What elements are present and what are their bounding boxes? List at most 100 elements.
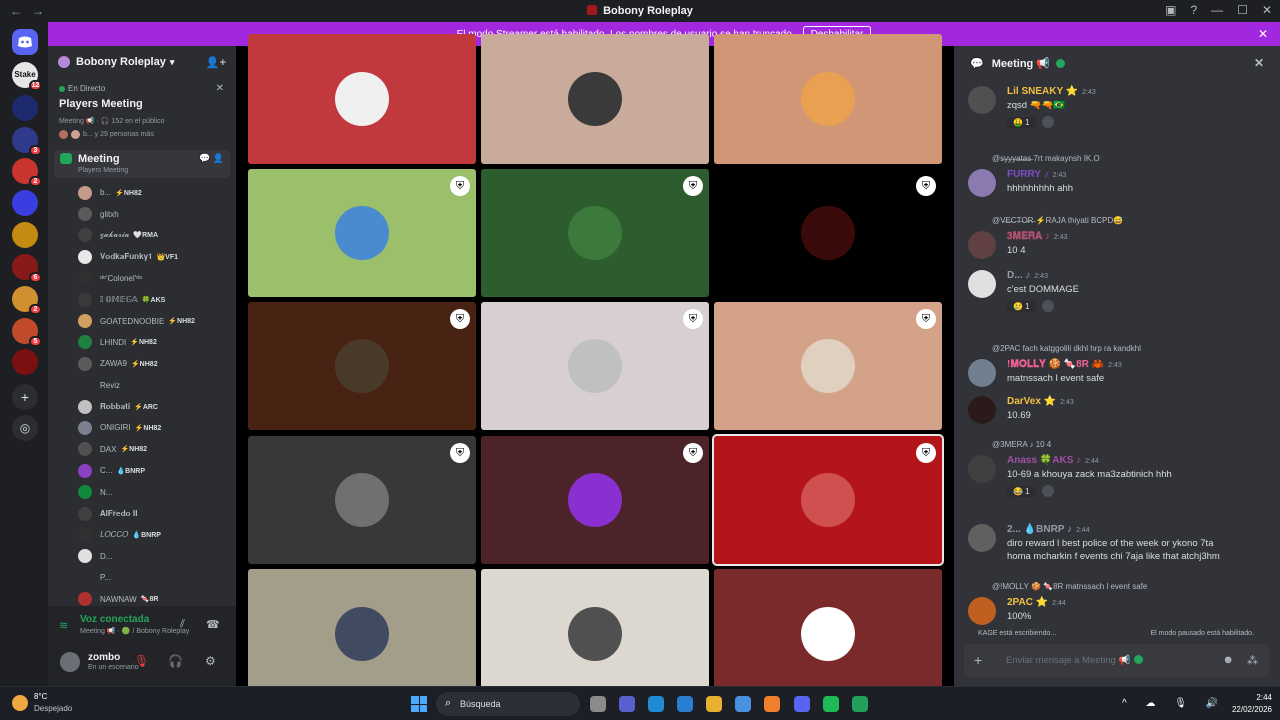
server-icon[interactable]: 2 [12,286,42,315]
help-icon[interactable]: ? [1190,3,1197,17]
avatar[interactable] [968,231,996,259]
participant-tile[interactable]: ⛨ [481,302,709,430]
voice-member[interactable]: N... [78,481,228,502]
add-reaction-icon[interactable] [1041,116,1054,128]
close-icon[interactable]: ✕ [1258,27,1268,41]
disconnect-icon[interactable]: ☎ [206,618,220,631]
voice-member[interactable]: D... [78,546,228,567]
add-server-icon[interactable]: + [12,384,38,410]
reply-preview[interactable]: @2PAC fach katggolili dkhl hrp ra kandkh… [992,344,1141,353]
participant-tile[interactable]: ⛨ [481,169,709,297]
taskbar-app-icon[interactable] [619,696,635,712]
avatar[interactable] [968,455,996,483]
voice-member[interactable]: Reviz [78,375,228,396]
message-author[interactable]: 2... 💧BNRP ♪ 2:44 [1007,524,1090,535]
message-input[interactable]: Enviar mensaje a Meeting 📢 [1006,655,1144,666]
server-icon[interactable] [12,222,38,248]
server-icon[interactable]: 5 [12,318,42,347]
avatar[interactable] [968,169,996,197]
voice-member[interactable]: ᵈᵉ'Colonel'ᵈᵉ [78,268,228,289]
system-tray[interactable]: ^ ☁ 🎙 🔊 [1122,698,1226,709]
server-icon[interactable] [12,95,38,121]
avatar[interactable] [968,396,996,424]
clock[interactable]: 2:44 22/02/2026 [1232,692,1272,716]
participant-tile[interactable] [714,569,942,699]
apps-icon[interactable]: ⁂ [1247,654,1258,667]
headphones-icon[interactable]: 🎧 [168,654,183,668]
participant-tile[interactable]: ⛨ [248,436,476,564]
voice-member[interactable]: 𝐑𝐨𝐛𝐛𝐚𝐭𝐢 ⚡ARC [78,396,228,417]
add-reaction-icon[interactable] [1041,485,1054,497]
taskbar-search[interactable]: ⌕ Búsqueda [436,692,580,716]
avatar[interactable] [968,597,996,625]
participant-tile[interactable] [481,34,709,164]
message-author[interactable]: 2PAC ⭐ 2:44 [1007,597,1066,608]
taskbar-app-icon[interactable] [735,696,751,712]
minimize-button[interactable]: — [1211,3,1223,17]
server-icon[interactable] [12,349,38,375]
voice-member[interactable]: DAX ⚡NH82 [78,439,228,460]
message-author[interactable]: Anass 🍀AKS ♪ 2:44 [1007,455,1099,466]
message-author[interactable]: FURRY ♪ 2:43 [1007,169,1066,180]
avatar[interactable] [968,359,996,387]
add-reaction-icon[interactable] [1041,300,1054,312]
stage-card[interactable]: En Directo ✕ Players Meeting Meeting 📢 ·… [48,78,236,139]
avatar[interactable] [968,524,996,552]
voice-member[interactable]: 𝐀𝐥𝐅𝐫𝐞𝐝𝐨 𝐈𝐈 [78,503,228,524]
attach-plus-icon[interactable]: + [974,652,982,668]
taskbar-app-icon[interactable] [706,696,722,712]
reply-preview[interactable]: @s̶y̶y̶y̶a̶t̶a̶s̶ 7rt makaynsh IK.O [992,154,1100,163]
taskbar-app-icon[interactable] [590,696,606,712]
voice-member[interactable]: 𝕀 𝕆𝕄𝔼𝔾𝔸 🍀AKS [78,289,228,310]
taskbar-app-icon[interactable] [852,696,868,712]
participant-tile[interactable] [481,569,709,699]
taskbar-app-icon[interactable] [648,696,664,712]
discover-icon[interactable]: ◎ [12,415,38,441]
taskbar-app-icon[interactable] [677,696,693,712]
server-icon[interactable] [12,190,38,216]
avatar[interactable] [968,86,996,114]
settings-icon[interactable]: ⚙ [205,654,216,668]
server-icon[interactable]: Stake 12 [12,62,42,91]
noise-suppression-icon[interactable]: ⫽ [180,618,185,631]
participant-tile[interactable]: ⛨ [712,434,944,566]
message-author[interactable]: DarVex ⭐ 2:43 [1007,396,1074,407]
participant-tile[interactable]: ⛨ [714,302,942,430]
participant-tile[interactable]: ⛨ [248,169,476,297]
participant-tile[interactable] [248,569,476,699]
voice-member[interactable]: 𝐿𝑂𝐶𝐶𝑂 💧BNRP [78,524,228,545]
close-window-button[interactable]: ✕ [1262,3,1272,17]
discord-home-icon[interactable] [12,29,38,55]
participant-tile[interactable]: ⛨ [481,436,709,564]
taskbar-app-icon[interactable] [794,696,810,712]
message-composer[interactable]: + Enviar mensaje a Meeting 📢 ☻ ⁂ [964,644,1270,678]
reply-preview[interactable]: @3MERA ♪ 10 4 [992,440,1051,449]
server-header[interactable]: Bobony Roleplay ▾ 👤+ [48,46,236,78]
reply-preview[interactable]: @V̶E̶C̶T̶O̶R̶ ⚡RAJA thiyati BCPD😅 [992,216,1123,225]
participant-tile[interactable]: ⛨ [248,302,476,430]
server-icon[interactable]: 3 [12,127,42,156]
emoji-icon[interactable]: ☻ [1222,654,1234,666]
voice-member[interactable]: LHINDI ⚡NH82 [78,332,228,353]
voice-member[interactable]: C... 💧BNRP [78,460,228,481]
start-button[interactable] [411,696,427,712]
taskbar-app-icon[interactable] [823,696,839,712]
voice-member[interactable]: GOATEDNOOBIE ⚡NH82 [78,310,228,331]
close-icon[interactable]: ✕ [216,83,224,94]
avatar[interactable] [968,270,996,298]
reaction-button[interactable]: 😂 1 [1007,485,1036,497]
participant-tile[interactable] [248,34,476,164]
voice-member[interactable]: 𝐕𝐨𝐝𝐤𝐚𝐅𝐮𝐧𝐤𝐲𝟏 👑VF1 [78,246,228,267]
voice-member[interactable]: b... ⚡NH82 [78,182,228,203]
mic-muted-icon[interactable]: 🎙 [134,654,149,668]
inbox-icon[interactable]: ▣ [1165,3,1176,17]
participant-tile[interactable] [714,34,942,164]
participant-tile[interactable]: ⛨ [714,169,942,297]
taskbar-app-icon[interactable] [764,696,780,712]
server-icon[interactable]: 2 [12,158,42,187]
message-author[interactable]: D... ♪ 2:43 [1007,270,1048,281]
message-author[interactable]: Lil SNEAKY ⭐ 2:43 [1007,86,1096,97]
voice-channel-meeting[interactable]: Meeting Players Meeting 💬 👤 [54,150,230,178]
reaction-button[interactable]: 🥲 1 [1007,300,1036,312]
close-icon[interactable]: ✕ [1254,56,1264,70]
